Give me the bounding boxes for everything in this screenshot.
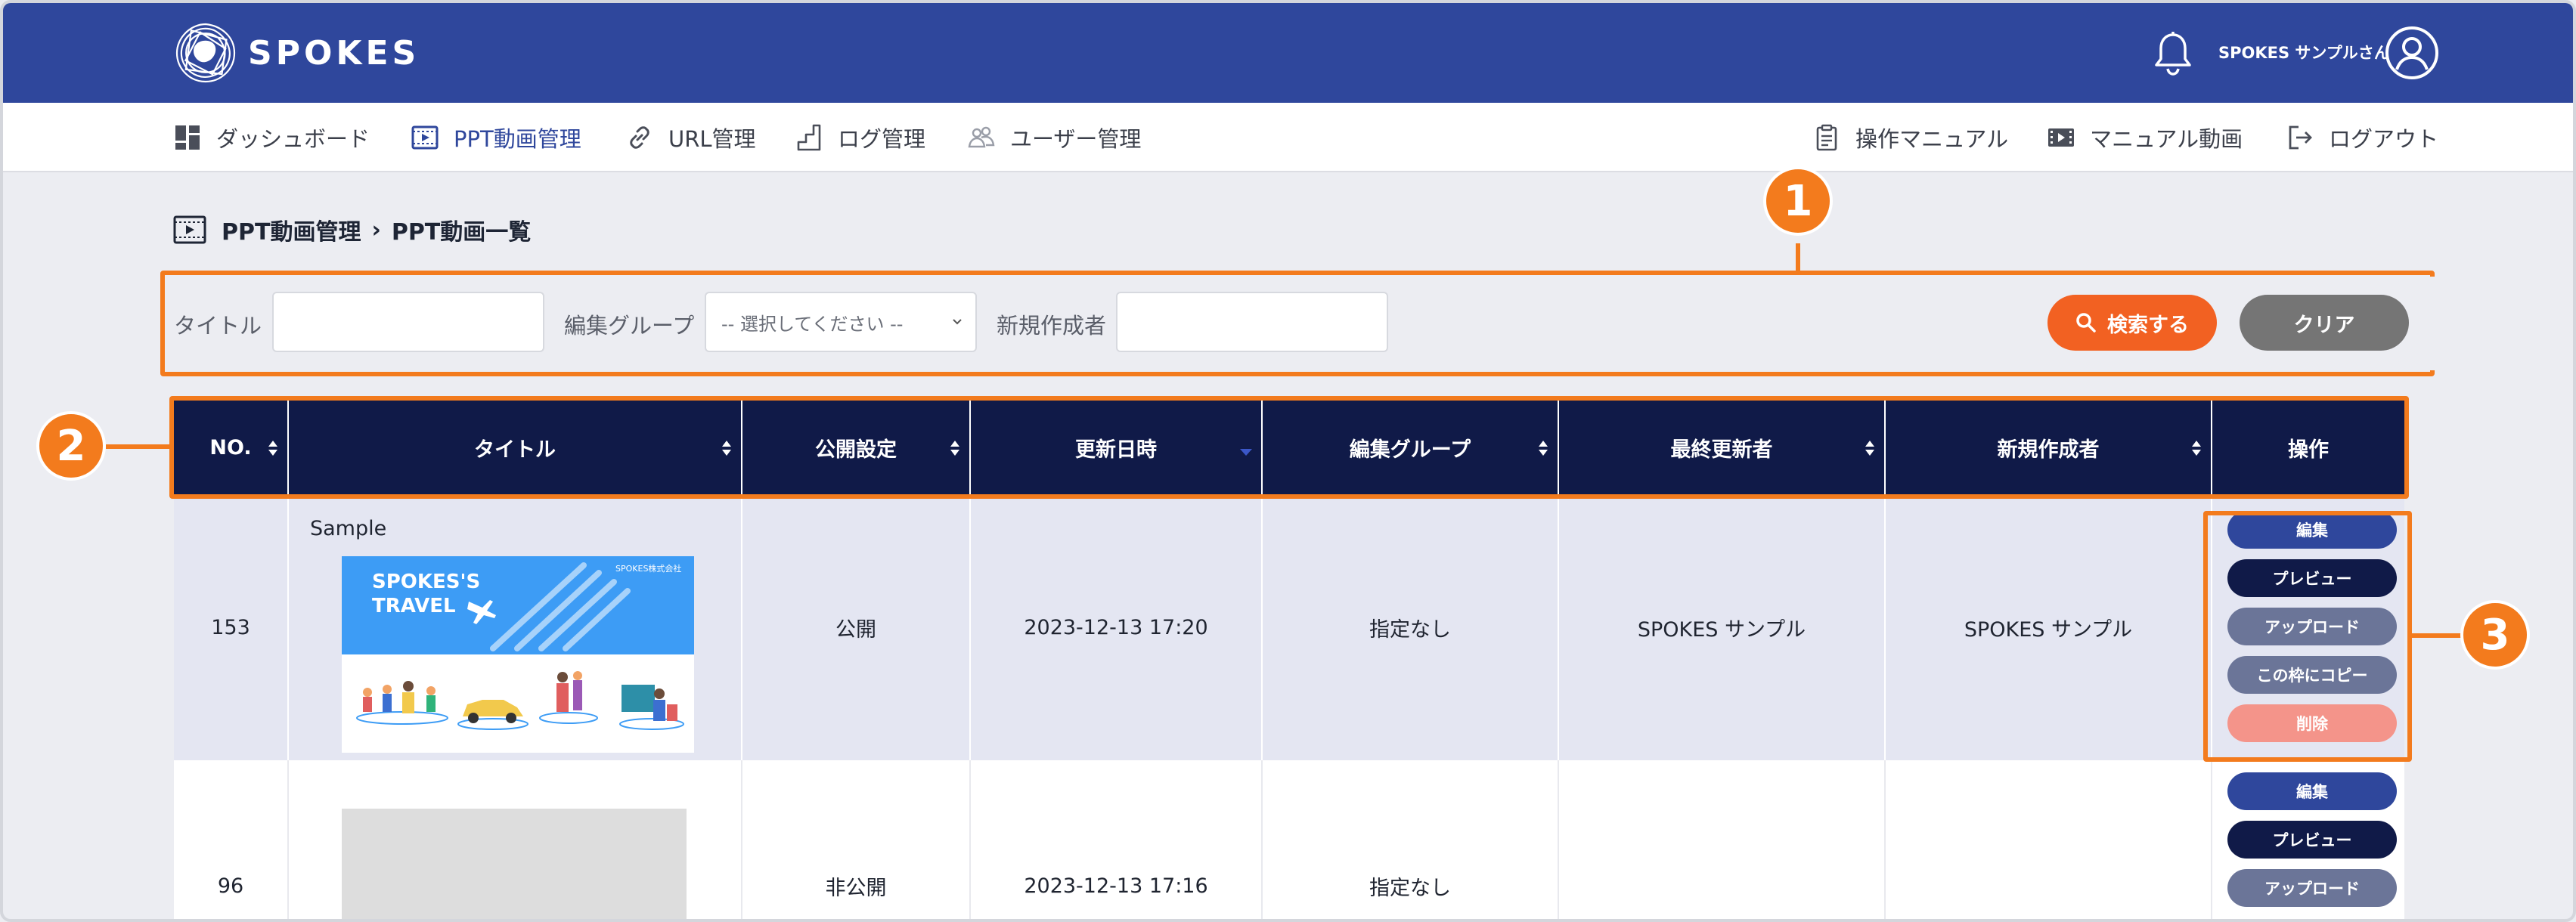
main-navigation: ダッシュボード PPT動画管理 URL管理 ログ管理 ユーザー管理 操作マニュア… [3, 103, 2573, 172]
cell-group: 指定なし [1263, 494, 1559, 760]
nav-label-log: ログ管理 [838, 126, 926, 152]
cell-last-editor [1559, 760, 1886, 919]
group-filter-label: 編集グループ [564, 313, 695, 339]
video-thumbnail[interactable]: SPOKES'S TRAVEL SPOKES株式会社 [342, 556, 694, 753]
cell-last-editor: SPOKES サンプル [1559, 494, 1886, 760]
link-icon [630, 126, 649, 149]
manual-icon [1816, 124, 1837, 151]
nav-item-users[interactable]: ユーザー管理 [968, 103, 1141, 172]
logout-icon [2289, 125, 2312, 150]
thumbnail-heading-1: SPOKES'S [372, 571, 480, 593]
clear-button[interactable]: クリア [2240, 295, 2409, 351]
nav-item-ppt-video[interactable]: PPT動画管理 [411, 103, 581, 172]
annotation-box-2 [169, 396, 2409, 499]
bell-icon[interactable] [2152, 30, 2194, 77]
group-filter-select[interactable]: -- 選択してください -- [705, 292, 977, 352]
nav-item-url[interactable]: URL管理 [626, 103, 756, 172]
users-icon [968, 126, 995, 148]
nav-item-manual-video[interactable]: マニュアル動画 [2047, 103, 2243, 172]
nav-item-logout[interactable]: ログアウト [2286, 103, 2438, 172]
nav-label-ppt-video: PPT動画管理 [454, 126, 581, 152]
chevron-right-icon: › [371, 216, 381, 243]
creator-filter-label: 新規作成者 [997, 313, 1107, 339]
annotation-badge-1: 1 [1763, 166, 1833, 236]
annotation-badge-2: 2 [36, 411, 106, 481]
chevron-down-icon [953, 319, 962, 325]
cell-creator: SPOKES サンプル [1886, 494, 2212, 760]
cell-title: Sample SPOKES'S TRAVEL SPOKES株式会社 [289, 494, 742, 760]
cell-creator [1886, 760, 2212, 919]
search-icon [2076, 313, 2096, 333]
cell-no: 153 [174, 494, 289, 760]
cell-no: 96 [174, 760, 289, 919]
user-avatar-icon[interactable] [2385, 26, 2439, 80]
thumbnail-company: SPOKES株式会社 [615, 563, 681, 574]
annotation-badge-3: 3 [2460, 600, 2530, 670]
nav-label-manual: 操作マニュアル [1855, 126, 2009, 152]
cell-group: 指定なし [1263, 760, 1559, 919]
top-header: SPOKES SPOKES サンプルさん [3, 3, 2573, 103]
action-buttons: 編集 プレビュー アップロード [2212, 760, 2404, 919]
annotation-connector-3 [2412, 633, 2465, 638]
thumbnail-heading-2: TRAVEL [372, 595, 456, 617]
video-icon [411, 125, 439, 150]
preview-button[interactable]: プレビュー [2227, 821, 2397, 859]
logo[interactable]: SPOKES [171, 18, 420, 88]
edit-button[interactable]: 編集 [2227, 772, 2397, 810]
log-icon [797, 124, 821, 151]
nav-item-dashboard[interactable]: ダッシュボード [174, 103, 370, 172]
breadcrumb-current: PPT動画一覧 [391, 219, 532, 246]
spokes-logo-icon [175, 23, 236, 83]
search-form: タイトル 編集グループ -- 選択してください -- 新規作成者 検索する クリ… [166, 277, 2435, 370]
annotation-box-3 [2203, 511, 2412, 762]
cell-visibility: 非公開 [742, 760, 971, 919]
title-filter-input[interactable] [272, 292, 544, 352]
nav-item-manual[interactable]: 操作マニュアル [1813, 103, 2008, 172]
film-icon [2048, 128, 2074, 147]
cell-actions: 編集 プレビュー アップロード [2212, 760, 2404, 919]
video-title[interactable]: Sample [310, 517, 386, 540]
video-thumbnail-placeholder[interactable] [342, 809, 687, 919]
annotation-connector-1 [1796, 243, 1800, 274]
cell-visibility: 公開 [742, 494, 971, 760]
search-button-label: 検索する [2107, 313, 2189, 337]
dashboard-icon [175, 125, 200, 150]
breadcrumb: PPT動画管理 › PPT動画一覧 [173, 213, 531, 246]
user-name[interactable]: SPOKES サンプルさん [2218, 41, 2390, 63]
group-filter-value: -- 選択してください -- [721, 313, 904, 335]
table-row: 96 非公開 2023-12-13 17:16 指定なし 編集 プレビュー アッ… [174, 760, 2404, 919]
cell-updated-at: 2023-12-13 17:16 [971, 760, 1263, 919]
nav-label-url: URL管理 [668, 126, 756, 152]
cell-updated-at: 2023-12-13 17:20 [971, 494, 1263, 760]
nav-label-manual-video: マニュアル動画 [2090, 126, 2243, 152]
nav-item-log[interactable]: ログ管理 [795, 103, 925, 172]
nav-label-users: ユーザー管理 [1010, 126, 1142, 152]
upload-button[interactable]: アップロード [2227, 869, 2397, 907]
nav-label-logout: ログアウト [2329, 126, 2439, 152]
title-filter-label: タイトル [174, 313, 262, 339]
cell-title [289, 760, 742, 919]
search-button[interactable]: 検索する [2047, 295, 2217, 351]
video-icon [173, 215, 206, 244]
logo-text: SPOKES [248, 33, 420, 73]
nav-label-dashboard: ダッシュボード [216, 126, 370, 152]
breadcrumb-parent[interactable]: PPT動画管理 [222, 213, 361, 246]
creator-filter-input[interactable] [1116, 292, 1388, 352]
annotation-connector-2 [106, 444, 172, 449]
app-window: SPOKES SPOKES サンプルさん ダッシュボード PPT動画管理 URL… [0, 0, 2576, 922]
table-row: 153 Sample SPOKES'S TRAVEL SPOKES株式会社 公開… [174, 494, 2404, 760]
